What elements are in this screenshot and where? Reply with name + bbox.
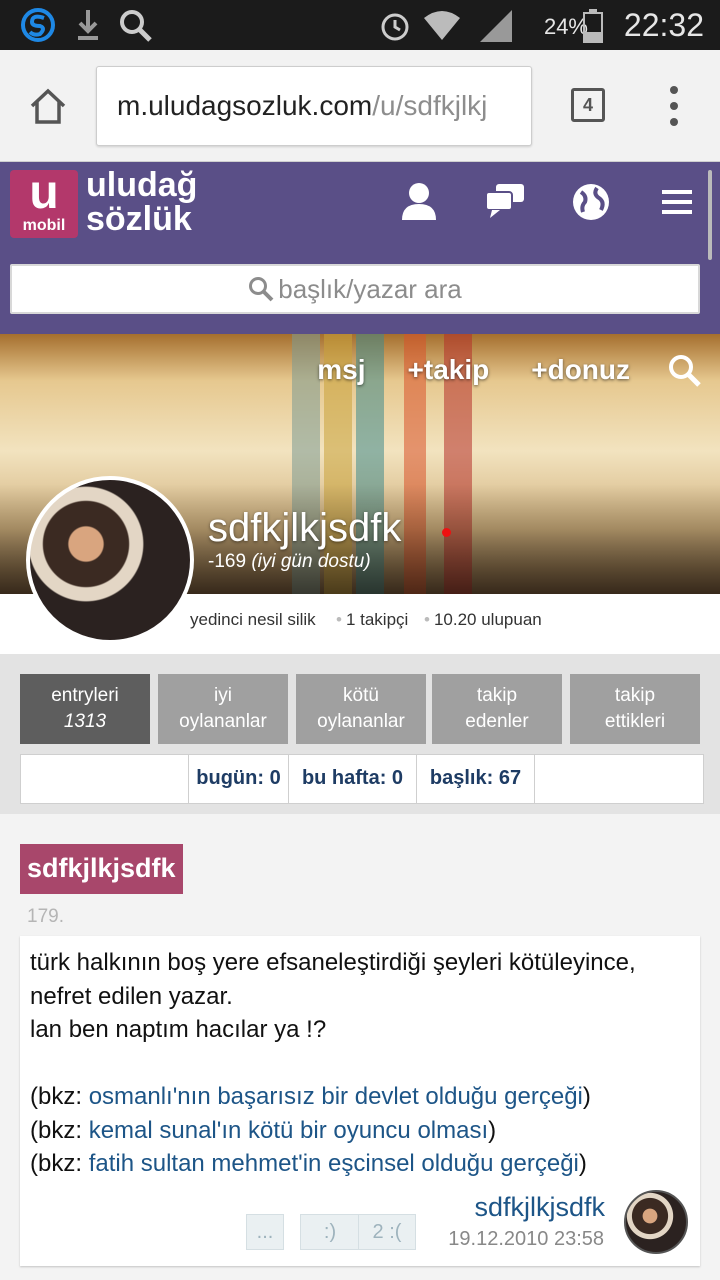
profile-tabs-area: entryleri 1313 iyi oylananlar kötü oylananl… [0,654,720,814]
profile-actions: msj +takip +donuz [275,354,630,386]
stats-topics[interactable]: başlık: 67 [417,755,535,803]
download-icon [78,10,98,40]
bkz-link[interactable]: osmanlı'nın başarısız bir devlet olduğu … [89,1083,583,1110]
sync-app-icon [21,8,55,42]
stats-week[interactable]: bu hafta: 0 [289,755,417,803]
home-icon[interactable] [28,86,68,126]
user-points: • 10.20 ulupuan [424,610,542,629]
site-logo[interactable]: u mobil [10,169,78,238]
battery-icon [583,9,603,43]
profile-search-icon[interactable] [668,354,702,388]
profile-avatar[interactable] [26,476,194,644]
entry-body: türk halkının boş yere efsaneleştirdiği … [30,946,695,1181]
bullet: • [424,610,430,629]
hamburger-menu-icon[interactable] [662,190,692,214]
entry-topic-title[interactable]: sdfkjlkjsdfk [20,844,183,894]
tab-following[interactable]: takip ettikleri [570,674,700,744]
bkz-line: (bkz: osmanlı'nın başarısız bir devlet o… [30,1083,591,1110]
profile-score: -169 (iyi gün dostu) [208,551,371,572]
site-header: u mobil uludağ sözlük başlık/yazar ara [0,162,720,334]
bkz-line: (bkz: kemal sunal'ın kötü bir oyuncu olm… [30,1116,497,1144]
browser-toolbar: m.uludagsozluk.com/u/sdfkjlkj 4 [0,50,720,162]
search-icon [249,277,274,302]
messages-icon[interactable] [484,182,526,220]
follow-button[interactable]: +takip [408,354,490,385]
wifi-icon [424,11,460,40]
author-avatar[interactable] [624,1190,688,1254]
message-button[interactable]: msj [317,354,365,385]
entry-line: lan ben naptım hacılar ya !? [30,1016,327,1043]
clock: 22:32 [623,7,704,43]
ignore-button[interactable]: +donuz [531,354,630,385]
site-logo-text[interactable]: uludağ sözlük [86,168,197,236]
upvote-button[interactable]: :) [300,1214,360,1250]
stats-spacer [21,755,189,803]
entry-author[interactable]: sdfkjlkjsdfk [474,1192,605,1223]
bkz-line: (bkz: fatih sultan mehmet'in eşcinsel ol… [30,1150,587,1177]
status-bar: 24% 22:32 [0,0,720,50]
entry-card: türk halkının boş yere efsaneleştirdiği … [20,936,700,1266]
bkz-link[interactable]: fatih sultan mehmet'in eşcinsel olduğu g… [89,1150,579,1177]
overflow-menu-icon[interactable] [664,84,684,128]
cell-signal-icon [480,10,512,42]
follower-count[interactable]: • 1 takipçi [336,594,408,646]
more-options-button[interactable]: ... [246,1214,284,1250]
downvote-button[interactable]: 2 :( [358,1214,416,1250]
alarm-icon [381,13,409,41]
entry-date[interactable]: 19.12.2010 23:58 [448,1228,604,1251]
globe-icon[interactable] [571,182,611,222]
tab-switcher-button[interactable]: 4 [571,88,605,122]
user-icon[interactable] [400,182,438,222]
entry-stats: bugün: 0 bu hafta: 0 başlık: 67 [20,754,704,804]
bullet: • [336,610,342,629]
scrollbar[interactable] [708,170,712,260]
entry-number[interactable]: 179. [27,906,64,928]
tab-upvoted[interactable]: iyi oylananlar [158,674,288,744]
user-generation: yedinci nesil silik [190,610,316,629]
url-path: /u/sdfkjlkj [372,90,488,121]
tab-downvoted[interactable]: kötü oylananlar [296,674,426,744]
search-status-icon [120,10,152,42]
search-input[interactable]: başlık/yazar ara [10,264,700,314]
entry-line: türk halkının boş yere efsaneleştirdiği … [30,949,636,1010]
url-bar[interactable]: m.uludagsozluk.com/u/sdfkjlkj [96,66,532,146]
tab-entries[interactable]: entryleri 1313 [20,674,150,744]
tab-followers[interactable]: takip edenler [432,674,562,744]
bkz-link[interactable]: kemal sunal'ın kötü bir oyuncu olması [89,1117,488,1144]
search-placeholder: başlık/yazar ara [278,274,462,304]
url-host: m.uludagsozluk.com [117,90,373,121]
online-status-dot [442,528,451,537]
profile-username: sdfkjlkjsdfk [208,506,402,550]
stats-today[interactable]: bugün: 0 [189,755,289,803]
stats-spacer [535,755,703,803]
